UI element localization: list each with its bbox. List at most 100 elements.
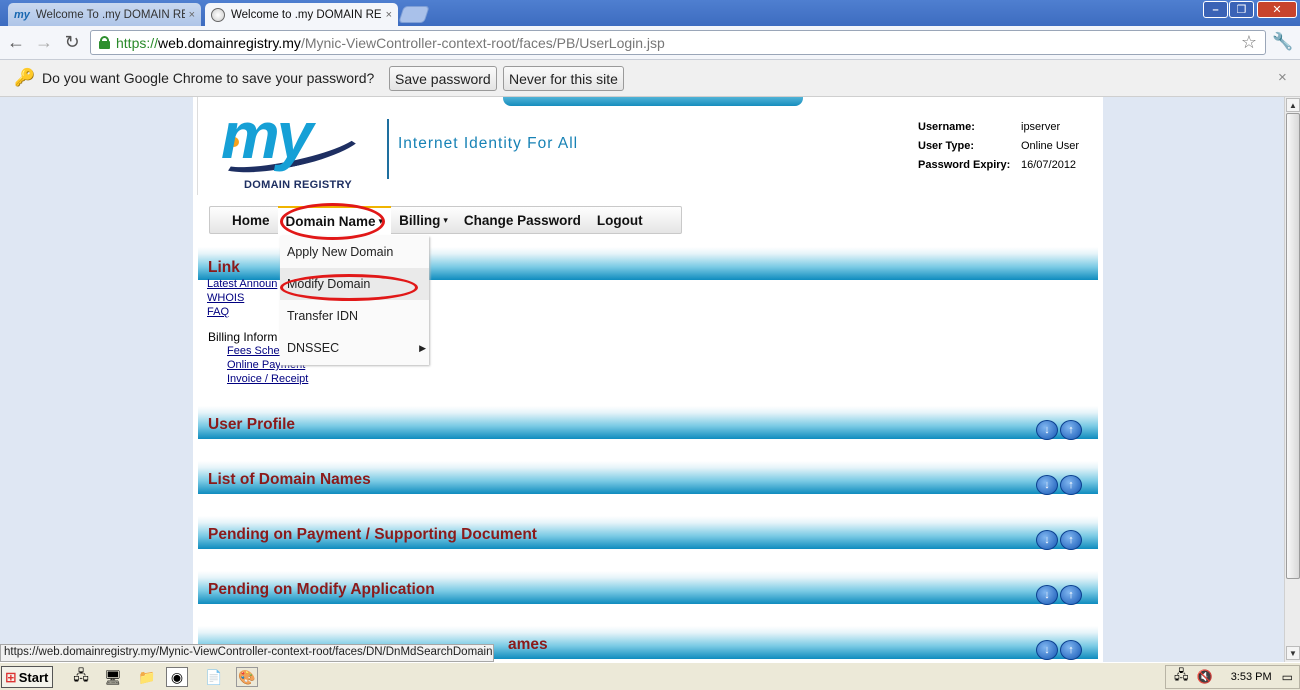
link-status-bar: https://web.domainregistry.my/Mynic-View… <box>0 644 494 662</box>
expand-down-icon[interactable]: ↓ <box>1036 475 1058 495</box>
site-logo[interactable]: my DOMAIN REGISTRY <box>193 97 393 197</box>
clock[interactable]: 3:53 PM <box>1231 671 1272 683</box>
logo-subtitle: DOMAIN REGISTRY <box>244 179 352 191</box>
menu-home[interactable]: Home <box>210 206 278 234</box>
expand-down-icon[interactable]: ↓ <box>1036 585 1058 605</box>
tab-close-icon[interactable]: × <box>386 9 392 21</box>
section-title: Pending on Payment / Supporting Document <box>208 526 537 543</box>
key-icon: 🔑 <box>14 68 36 87</box>
header-decor-bar <box>503 97 803 106</box>
tab-domain-registry-2[interactable]: Welcome to .my DOMAIN REG × <box>205 3 398 26</box>
forward-arrow-icon: → <box>35 31 53 52</box>
section-title: ames <box>508 636 548 653</box>
dropdown-transfer-idn[interactable]: Transfer IDN <box>280 300 429 332</box>
wrench-menu-button[interactable]: 🔧 <box>1272 31 1294 53</box>
web-page: my DOMAIN REGISTRY Internet Identity For… <box>193 97 1103 662</box>
section-list-domain-names: List of Domain Names ↓ ↑ <box>198 461 1098 495</box>
site-tagline: Internet Identity For All <box>398 135 579 152</box>
link-section-title: Link <box>208 259 240 276</box>
highlight-oval-modify-domain <box>280 274 418 301</box>
expand-down-icon[interactable]: ↓ <box>1036 420 1058 440</box>
collapse-up-icon[interactable]: ↑ <box>1060 420 1082 440</box>
user-info-password-expiry: Password Expiry: 16/07/2012 <box>918 159 1077 171</box>
show-desktop-icon[interactable]: ▭ <box>1282 670 1293 684</box>
dropdown-apply-new-domain[interactable]: Apply New Domain <box>280 236 429 268</box>
section-pending-modify: Pending on Modify Application ↓ ↑ <box>198 571 1098 605</box>
menu-change-password[interactable]: Change Password <box>456 206 589 234</box>
back-button[interactable]: ← <box>5 31 27 53</box>
close-window-button[interactable]: ✕ <box>1257 1 1297 18</box>
expand-down-icon[interactable]: ↓ <box>1036 530 1058 550</box>
section-title: Pending on Modify Application <box>208 581 435 598</box>
highlight-oval-domain-name <box>280 203 385 240</box>
folder-icon[interactable]: 📁 <box>136 667 158 687</box>
remote-app-icon[interactable]: 🖥 <box>102 667 124 687</box>
volume-muted-icon[interactable]: 🔇 <box>1197 669 1213 685</box>
maximize-button[interactable]: ❐ <box>1229 1 1254 18</box>
section-title: List of Domain Names <box>208 471 371 488</box>
collapse-up-icon[interactable]: ↑ <box>1060 640 1082 660</box>
section-user-profile: User Profile ↓ ↑ <box>198 406 1098 440</box>
back-arrow-icon: ← <box>7 31 25 52</box>
link-fees-schedule[interactable]: Fees Sche <box>227 345 280 357</box>
reload-button[interactable]: ↻ <box>61 31 83 53</box>
chrome-taskbar-icon[interactable]: ◉ <box>166 667 188 687</box>
tab-domain-registry-1[interactable]: my Welcome To .my DOMAIN REG × <box>8 3 201 26</box>
logo-divider <box>387 119 389 179</box>
collapse-up-icon[interactable]: ↑ <box>1060 475 1082 495</box>
tab-close-icon[interactable]: × <box>189 9 195 21</box>
windows-logo-icon: ⊞ <box>5 668 17 685</box>
save-password-prompt: Do you want Google Chrome to save your p… <box>42 70 375 86</box>
lock-icon <box>99 36 110 49</box>
dropdown-dnssec[interactable]: DNSSEC ▶ <box>280 332 429 364</box>
wrench-icon: 🔧 <box>1272 32 1294 51</box>
vertical-scrollbar[interactable]: ▲ ▼ <box>1284 97 1300 662</box>
tab-strip: my Welcome To .my DOMAIN REG × Welcome t… <box>0 0 1300 26</box>
logo-wordmark: my <box>221 98 313 172</box>
network-tray-icon[interactable]: 🖧 <box>1174 666 1189 688</box>
scroll-thumb[interactable] <box>1286 113 1300 579</box>
url-host: web.domainregistry.my <box>158 34 301 51</box>
url-path: /Mynic-ViewController-context-root/faces… <box>300 34 665 51</box>
tab-title: Welcome To .my DOMAIN REG <box>35 8 185 21</box>
collapse-up-icon[interactable]: ↑ <box>1060 530 1082 550</box>
reload-icon: ↻ <box>64 31 80 52</box>
submenu-arrow-icon: ▶ <box>419 342 426 353</box>
scroll-up-icon[interactable]: ▲ <box>1286 98 1300 112</box>
new-tab-button[interactable] <box>398 6 430 23</box>
link-whois[interactable]: WHOIS <box>207 292 244 304</box>
tab-title: Welcome to .my DOMAIN REG <box>231 8 382 21</box>
start-button[interactable]: ⊞ Start <box>1 666 53 688</box>
link-latest-announcement[interactable]: Latest Announ <box>207 278 277 290</box>
forward-button[interactable]: → <box>33 31 55 53</box>
section-title: User Profile <box>208 416 296 433</box>
url-scheme: https:// <box>116 34 159 51</box>
link-invoice-receipt[interactable]: Invoice / Receipt <box>227 373 308 385</box>
user-info-type: User Type: Online User <box>918 140 1080 152</box>
document-app-icon[interactable]: 📄 <box>203 667 225 687</box>
paint-app-icon[interactable]: 🎨 <box>236 667 258 687</box>
infobar-close-icon[interactable]: × <box>1278 69 1287 86</box>
globe-icon <box>211 7 225 22</box>
bookmark-star-icon[interactable]: ☆ <box>1241 32 1257 53</box>
user-info-username: Username: ipserver <box>918 121 1061 133</box>
expand-down-icon[interactable]: ↓ <box>1036 640 1058 660</box>
minimize-button[interactable]: – <box>1203 1 1228 18</box>
billing-info-label: Billing Inform <box>208 330 278 344</box>
my-favicon-icon: my <box>14 8 30 21</box>
link-faq[interactable]: FAQ <box>207 306 229 318</box>
browser-toolbar: ← → ↻ https://web.domainregistry.my/Myni… <box>0 26 1300 60</box>
page-viewport: my DOMAIN REGISTRY Internet Identity For… <box>0 97 1284 662</box>
section-pending-payment: Pending on Payment / Supporting Document… <box>198 516 1098 550</box>
save-password-infobar: 🔑 Do you want Google Chrome to save your… <box>0 60 1300 97</box>
menu-logout[interactable]: Logout <box>589 206 651 234</box>
menu-billing[interactable]: Billing ▾ <box>391 206 456 234</box>
never-save-button[interactable]: Never for this site <box>503 66 624 91</box>
address-bar[interactable]: https://web.domainregistry.my/Mynic-View… <box>90 30 1266 55</box>
system-tray: 🖧 🔇 3:53 PM ▭ <box>1165 665 1300 689</box>
save-password-button[interactable]: Save password <box>389 66 497 91</box>
scroll-down-icon[interactable]: ▼ <box>1286 646 1300 660</box>
network-app-icon[interactable]: 🖧 <box>70 667 92 687</box>
collapse-up-icon[interactable]: ↑ <box>1060 585 1082 605</box>
windows-taskbar: ⊞ Start 🖧 🖥 📁 ◉ 📄 🎨 🖧 🔇 3:53 PM ▭ <box>0 662 1300 690</box>
